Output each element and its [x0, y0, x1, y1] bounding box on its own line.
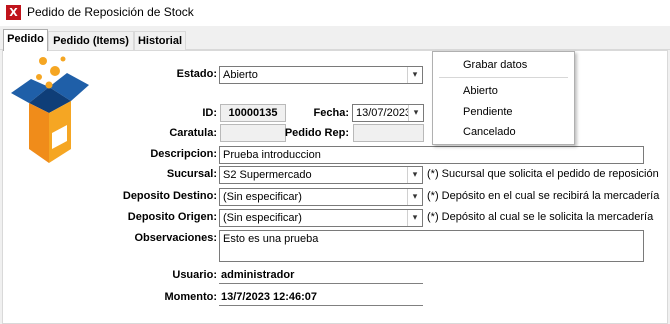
deposito-origen-select[interactable]: (Sin especificar) ▾	[219, 209, 423, 227]
deposito-origen-label: Deposito Origen:	[127, 211, 217, 223]
caratula-field[interactable]	[220, 124, 286, 142]
menu-item-cancelado[interactable]: Cancelado	[433, 124, 574, 140]
deposito-destino-select[interactable]: (Sin especificar) ▾	[219, 188, 423, 206]
tab-pedido-items[interactable]: Pedido (Items)	[48, 31, 134, 50]
deposito-destino-note: (*) Depósito en el cual se recibirá la m…	[427, 190, 660, 202]
observaciones-label: Observaciones:	[134, 232, 217, 244]
tab-strip: Pedido Pedido (Items) Historial	[0, 28, 670, 51]
menu-item-pendiente[interactable]: Pendiente	[433, 104, 574, 120]
fecha-picker[interactable]: 13/07/2023 ▾	[352, 104, 424, 122]
chevron-down-icon[interactable]: ▾	[407, 67, 422, 83]
open-box-icon	[11, 56, 89, 163]
observaciones-textarea[interactable]: Esto es una prueba	[219, 230, 644, 262]
deposito-origen-note: (*) Depósito al cual se le solicita la m…	[427, 211, 654, 223]
usuario-value: administrador	[219, 267, 423, 284]
momento-label: Momento:	[164, 291, 217, 303]
title-bar: X Pedido de Reposición de Stock	[0, 0, 670, 26]
descripcion-label: Descripcion:	[150, 148, 217, 160]
deposito-destino-label: Deposito Destino:	[122, 190, 217, 202]
sucursal-label: Sucursal:	[166, 168, 217, 180]
sucursal-select[interactable]: S2 Supermercado ▾	[219, 166, 423, 184]
descripcion-input[interactable]: Prueba introduccion	[219, 146, 644, 164]
momento-value: 13/7/2023 12:46:07	[219, 289, 423, 306]
estado-label: Estado:	[176, 68, 217, 80]
chevron-down-icon[interactable]: ▾	[407, 210, 422, 226]
estado-select[interactable]: Abierto ▾	[219, 66, 423, 84]
fecha-label: Fecha:	[313, 107, 349, 119]
app-x-icon: X	[6, 5, 21, 20]
caratula-label: Caratula:	[169, 127, 217, 139]
sucursal-value: S2 Supermercado	[223, 169, 312, 181]
tab-historial[interactable]: Historial	[134, 31, 186, 50]
estado-context-menu: Grabar datos Abierto Pendiente Cancelado	[432, 51, 575, 145]
usuario-label: Usuario:	[172, 269, 217, 281]
menu-item-abierto[interactable]: Abierto	[433, 83, 574, 99]
chevron-down-icon[interactable]: ▾	[407, 167, 422, 183]
id-label: ID:	[202, 107, 217, 119]
id-field: 10000135	[220, 104, 286, 122]
menu-item-grabar-datos[interactable]: Grabar datos	[433, 57, 574, 73]
deposito-origen-value: (Sin especificar)	[223, 212, 302, 224]
tab-pedido[interactable]: Pedido	[3, 29, 48, 51]
pedido-rep-field[interactable]	[353, 124, 424, 142]
sucursal-note: (*) Sucursal que solicita el pedido de r…	[427, 168, 659, 180]
fecha-value: 13/07/2023	[356, 107, 412, 119]
estado-value: Abierto	[223, 69, 258, 81]
chevron-down-icon[interactable]: ▾	[407, 189, 422, 205]
window-title: Pedido de Reposición de Stock	[27, 5, 194, 19]
pedido-rep-label: Pedido Rep:	[284, 127, 349, 139]
chevron-down-icon[interactable]: ▾	[408, 105, 423, 121]
deposito-destino-value: (Sin especificar)	[223, 191, 302, 203]
menu-separator	[439, 77, 568, 78]
